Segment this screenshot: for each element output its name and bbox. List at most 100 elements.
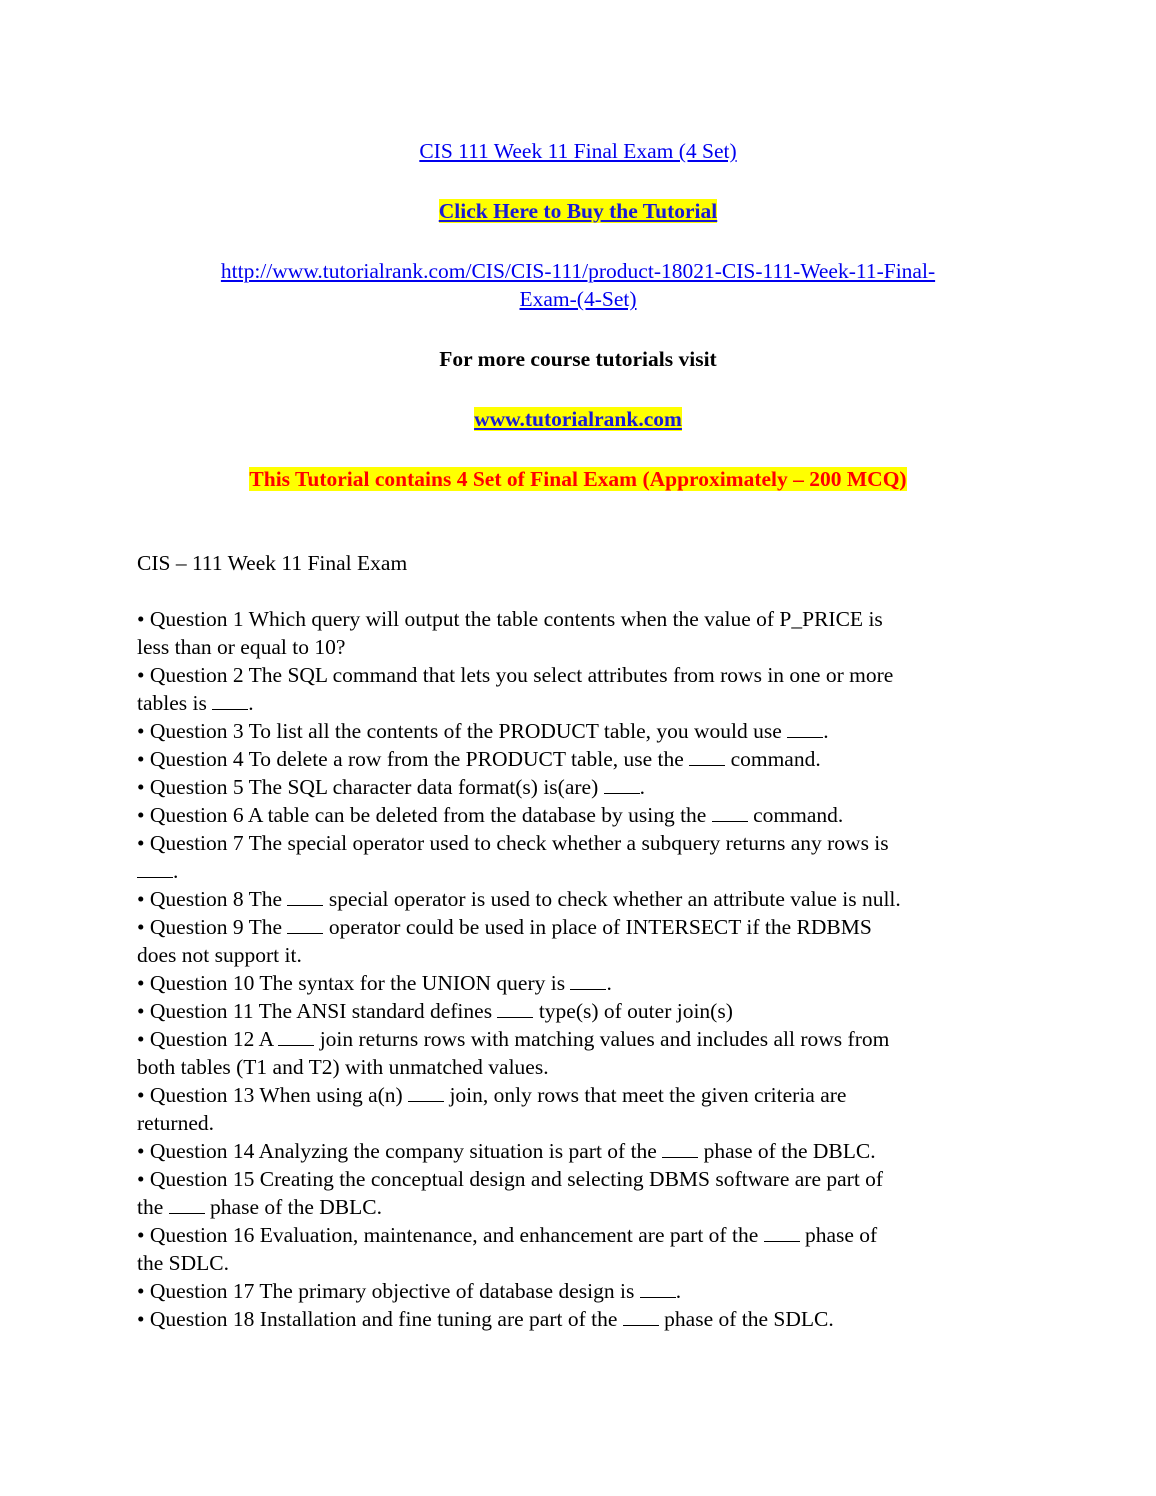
question-text: • Question 7 The special operator used t… [137,831,889,855]
question-item: • Question 12 A join returns rows with m… [137,1025,1037,1081]
buy-row: Click Here to Buy the Tutorial [0,198,1156,224]
question-item: • Question 7 The special operator used t… [137,829,1037,885]
answer-blank [662,1139,699,1158]
product-url-row-2: Exam-(4-Set) [0,286,1156,312]
question-text: type(s) of outer join(s) [533,999,733,1023]
title-link[interactable]: CIS 111 Week 11 Final Exam (4 Set) [419,139,736,163]
question-line: • Question 7 The special operator used t… [137,829,1037,857]
question-text: • Question 9 The [137,915,288,939]
question-text: the [137,1195,169,1219]
question-item: • Question 1 Which query will output the… [137,605,1037,661]
question-line: • Question 9 The operator could be used … [137,913,1037,941]
more-tutorials-text: For more course tutorials visit [439,347,717,371]
question-text: phase of the SDLC. [658,1307,834,1331]
question-text: • Question 14 Analyzing the company situ… [137,1139,663,1163]
question-item: • Question 16 Evaluation, maintenance, a… [137,1221,1037,1277]
question-line: • Question 8 The special operator is use… [137,885,1037,913]
product-url-link[interactable]: http://www.tutorialrank.com/CIS/CIS-111/… [221,259,935,283]
document-page: CIS 111 Week 11 Final Exam (4 Set) Click… [0,0,1156,1496]
answer-blank [287,887,324,906]
question-text: does not support it. [137,943,302,967]
question-line: both tables (T1 and T2) with unmatched v… [137,1053,1037,1081]
question-item: • Question 15 Creating the conceptual de… [137,1165,1037,1221]
question-text: • Question 3 To list all the contents of… [137,719,788,743]
buy-tutorial-link[interactable]: Click Here to Buy the Tutorial [438,199,718,223]
question-text: returned. [137,1111,215,1135]
question-line: . [137,857,1037,885]
question-text: • Question 8 The [137,887,288,911]
question-line: • Question 17 The primary objective of d… [137,1277,1037,1305]
answer-blank [622,1307,659,1326]
question-text: join, only rows that meet the given crit… [444,1083,847,1107]
question-line: • Question 5 The SQL character data form… [137,773,1037,801]
question-text: • Question 6 A table can be deleted from… [137,803,712,827]
question-text: • Question 18 Installation and fine tuni… [137,1307,623,1331]
answer-blank [570,971,607,990]
question-line: • Question 2 The SQL command that lets y… [137,661,1037,689]
question-item: • Question 9 The operator could be used … [137,913,1037,969]
question-item: • Question 8 The special operator is use… [137,885,1037,913]
question-text: • Question 17 The primary objective of d… [137,1279,640,1303]
question-list: • Question 1 Which query will output the… [137,605,1037,1333]
question-item: • Question 5 The SQL character data form… [137,773,1037,801]
question-text: • Question 2 The SQL command that lets y… [137,663,894,687]
product-url-link-continued[interactable]: Exam-(4-Set) [519,287,636,311]
question-line: • Question 12 A join returns rows with m… [137,1025,1037,1053]
question-item: • Question 4 To delete a row from the PR… [137,745,1037,773]
question-text: • Question 12 A [137,1027,279,1051]
question-item: • Question 10 The syntax for the UNION q… [137,969,1037,997]
question-text: • Question 5 The SQL character data form… [137,775,604,799]
question-text: • Question 4 To delete a row from the PR… [137,747,690,771]
question-line: • Question 4 To delete a row from the PR… [137,745,1037,773]
question-text: • Question 15 Creating the conceptual de… [137,1167,884,1191]
question-line: the phase of the DBLC. [137,1193,1037,1221]
answer-blank [278,1027,315,1046]
question-text: . [823,719,829,743]
product-url-row-1: http://www.tutorialrank.com/CIS/CIS-111/… [0,258,1156,284]
question-line: • Question 13 When using a(n) join, only… [137,1081,1037,1109]
title-row: CIS 111 Week 11 Final Exam (4 Set) [0,138,1156,164]
answer-blank [689,747,726,766]
question-text: phase of [799,1223,878,1247]
answer-blank [603,775,640,794]
tutorial-notice: This Tutorial contains 4 Set of Final Ex… [249,467,907,491]
question-text: . [639,775,645,799]
question-text: the SDLC. [137,1251,229,1275]
question-text: • Question 13 When using a(n) [137,1083,409,1107]
answer-blank [497,999,534,1018]
question-line: • Question 1 Which query will output the… [137,605,1037,633]
site-row: www.tutorialrank.com [0,406,1156,432]
answer-blank [408,1083,445,1102]
site-link[interactable]: www.tutorialrank.com [474,407,682,431]
question-text: • Question 10 The syntax for the UNION q… [137,971,571,995]
question-line: • Question 11 The ANSI standard defines … [137,997,1037,1025]
question-text: • Question 16 Evaluation, maintenance, a… [137,1223,764,1247]
question-text: . [606,971,612,995]
question-text: operator could be used in place of INTER… [323,915,872,939]
answer-blank [787,719,824,738]
question-text: phase of the DBLC. [698,1139,876,1163]
question-line: returned. [137,1109,1037,1137]
question-line: • Question 10 The syntax for the UNION q… [137,969,1037,997]
answer-blank [763,1223,800,1242]
answer-blank [168,1195,205,1214]
question-line: less than or equal to 10? [137,633,1037,661]
question-text: less than or equal to 10? [137,635,346,659]
notice-row: This Tutorial contains 4 Set of Final Ex… [0,466,1156,492]
question-text: join returns rows with matching values a… [314,1027,890,1051]
question-item: • Question 18 Installation and fine tuni… [137,1305,1037,1333]
question-item: • Question 17 The primary objective of d… [137,1277,1037,1305]
answer-blank [287,915,324,934]
question-line: • Question 6 A table can be deleted from… [137,801,1037,829]
question-line: does not support it. [137,941,1037,969]
question-text: . [248,691,254,715]
question-text: both tables (T1 and T2) with unmatched v… [137,1055,549,1079]
question-item: • Question 14 Analyzing the company situ… [137,1137,1037,1165]
question-item: • Question 13 When using a(n) join, only… [137,1081,1037,1137]
question-line: • Question 16 Evaluation, maintenance, a… [137,1221,1037,1249]
question-text: command. [725,747,821,771]
question-text: • Question 11 The ANSI standard defines [137,999,498,1023]
question-text: . [173,859,179,883]
question-line: • Question 14 Analyzing the company situ… [137,1137,1037,1165]
question-text: . [675,1279,682,1303]
